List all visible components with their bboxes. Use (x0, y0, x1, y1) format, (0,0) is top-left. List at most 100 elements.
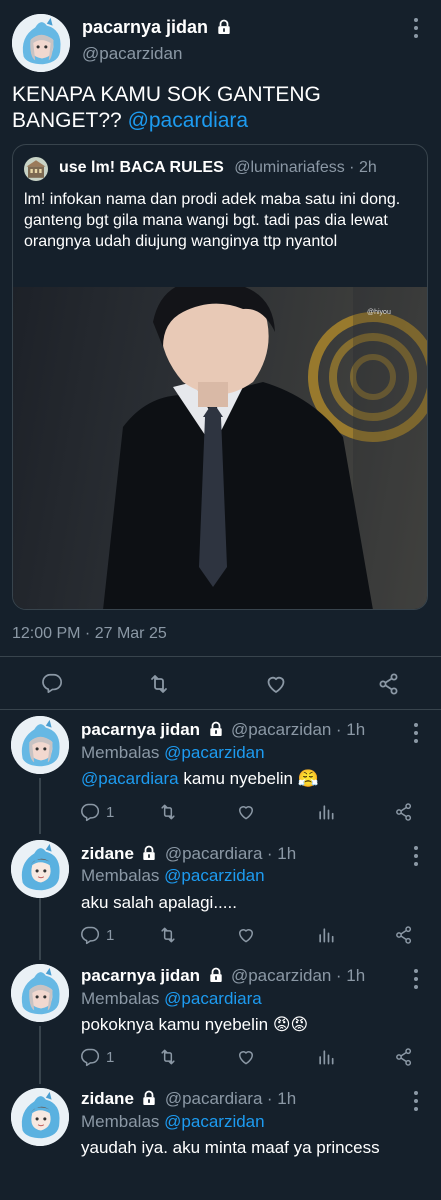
like-icon (264, 672, 288, 696)
lock-icon (217, 19, 231, 35)
reply-display-name: zidane (81, 1089, 134, 1108)
retweet-icon (158, 925, 178, 945)
reply-display-name: pacarnya jidan (81, 720, 201, 739)
share-icon (394, 1047, 414, 1067)
retweet-button[interactable] (158, 802, 178, 822)
main-avatar[interactable] (12, 14, 70, 72)
share-button[interactable] (394, 1047, 414, 1067)
avatar-image (11, 840, 69, 898)
share-button[interactable] (394, 802, 414, 822)
reply-count: 1 (106, 1048, 115, 1066)
replying-prefix: Membalas (81, 1112, 160, 1131)
reply-time: · 1h (335, 720, 366, 739)
retweet-button[interactable] (158, 925, 178, 945)
lock-icon (142, 1090, 156, 1106)
replying-to-link[interactable]: @pacardiara (164, 989, 262, 1008)
quoted-tweet-card[interactable]: use lm! BACA RULES @luminariafess · 2h l… (12, 144, 428, 610)
thread-line (39, 1026, 41, 1084)
reply-count: 1 (106, 926, 115, 944)
main-mention-link[interactable]: @pacardiara (128, 109, 249, 132)
quoted-handle: @luminariafess (234, 159, 345, 176)
reply-button[interactable]: 1 (80, 802, 114, 822)
reply-time: · 1h (266, 1089, 297, 1108)
lock-icon (209, 721, 223, 737)
quoted-display-name: use lm! BACA RULES (59, 159, 224, 176)
views-button[interactable] (316, 925, 336, 945)
retweet-button[interactable] (147, 672, 171, 696)
reply-header: pacarnya jidan @pacarzidan · 1h (81, 966, 365, 986)
reply-avatar[interactable] (11, 716, 69, 774)
reply-mention[interactable]: @pacardiara (81, 769, 179, 788)
reply-time: · 1h (266, 844, 297, 863)
reply-display-name: pacarnya jidan (81, 966, 201, 985)
reply-button[interactable] (41, 672, 63, 694)
retweet-icon (158, 802, 178, 822)
replying-to-link[interactable]: @pacarzidan (164, 743, 264, 762)
replying-to: Membalas @pacarzidan (81, 866, 265, 886)
like-button[interactable] (264, 672, 288, 696)
main-author[interactable]: pacarnya jidan (82, 17, 231, 38)
like-icon (236, 925, 256, 945)
views-button[interactable] (316, 1047, 336, 1067)
divider (0, 709, 441, 710)
thread-line (39, 778, 41, 834)
avatar-image (24, 157, 48, 181)
reply-header: pacarnya jidan @pacarzidan · 1h (81, 720, 365, 740)
reply-button[interactable]: 1 (80, 925, 114, 945)
more-icon[interactable] (414, 18, 420, 42)
replying-prefix: Membalas (81, 866, 160, 885)
like-icon (236, 1047, 256, 1067)
views-icon (316, 925, 336, 945)
replying-to-link[interactable]: @pacarzidan (164, 866, 264, 885)
quoted-avatar[interactable] (24, 157, 48, 181)
reply-avatar[interactable] (11, 964, 69, 1022)
reply-text: pokoknya kamu nyebelin 😡😡 (81, 1015, 309, 1034)
avatar-image (12, 14, 70, 72)
views-button[interactable] (316, 802, 336, 822)
divider (0, 656, 441, 657)
replying-to: Membalas @pacardiara (81, 989, 262, 1009)
more-icon[interactable] (414, 1091, 420, 1115)
like-button[interactable] (236, 802, 256, 822)
reply-avatar[interactable] (11, 1088, 69, 1146)
lock-icon (209, 967, 223, 983)
reply-button[interactable]: 1 (80, 1047, 114, 1067)
more-icon[interactable] (414, 723, 420, 747)
replying-prefix: Membalas (81, 743, 160, 762)
quoted-text: lm! infokan nama dan prodi adek maba sat… (24, 191, 401, 250)
retweet-icon (158, 1047, 178, 1067)
quoted-author: use lm! BACA RULES @luminariafess · 2h (59, 159, 377, 177)
like-button[interactable] (236, 1047, 256, 1067)
main-display-name: pacarnya jidan (82, 17, 209, 37)
reply-icon (80, 802, 100, 822)
reply-display-name: zidane (81, 844, 134, 863)
replying-prefix: Membalas (81, 989, 160, 1008)
share-button[interactable] (377, 672, 401, 696)
retweet-button[interactable] (158, 1047, 178, 1067)
reply-icon (80, 1047, 100, 1067)
main-tweet-text: KENAPA KAMU SOK GANTENG BANGET?? @pacard… (12, 82, 412, 134)
like-button[interactable] (236, 925, 256, 945)
replying-to: Membalas @pacarzidan (81, 1112, 265, 1132)
more-icon[interactable] (414, 969, 420, 993)
reply-handle: @pacardiara (164, 844, 263, 863)
retweet-icon (147, 672, 171, 696)
share-button[interactable] (394, 925, 414, 945)
reply-handle: @pacarzidan (230, 966, 332, 985)
thread-line (39, 898, 41, 960)
main-timestamp: 12:00 PM · 27 Mar 25 (12, 625, 167, 642)
like-icon (236, 802, 256, 822)
more-icon[interactable] (414, 846, 420, 870)
avatar-image (11, 964, 69, 1022)
quoted-time: · 2h (349, 159, 377, 176)
avatar-image (11, 1088, 69, 1146)
photo-illustration (103, 287, 427, 609)
quoted-photo[interactable]: @hiyou (13, 287, 427, 609)
replying-to-link[interactable]: @pacarzidan (164, 1112, 264, 1131)
views-icon (316, 1047, 336, 1067)
reply-time: · 1h (335, 966, 366, 985)
main-handle[interactable]: @pacarzidan (82, 44, 182, 64)
views-icon (316, 802, 336, 822)
reply-handle: @pacarzidan (230, 720, 332, 739)
reply-avatar[interactable] (11, 840, 69, 898)
